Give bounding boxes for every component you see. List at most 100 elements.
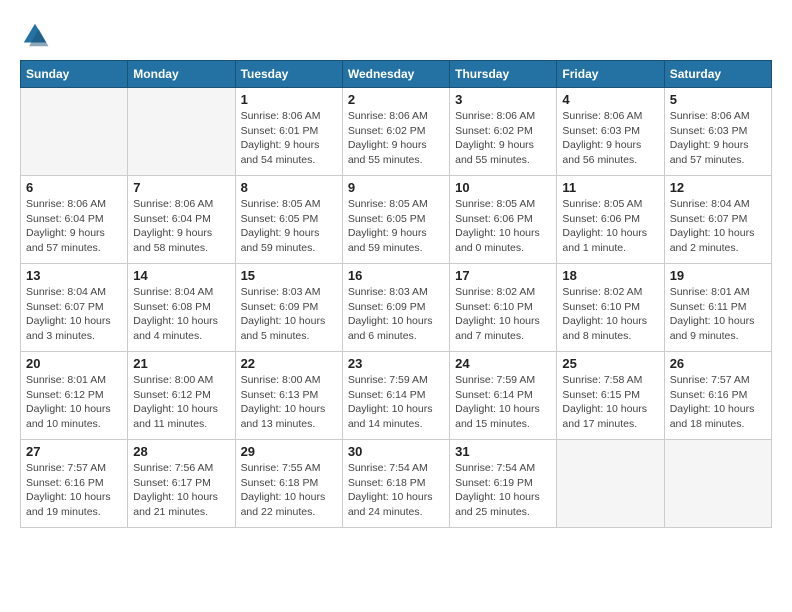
day-number: 25 — [562, 356, 658, 371]
weekday-header-saturday: Saturday — [664, 61, 771, 88]
day-info: Sunrise: 8:06 AM Sunset: 6:03 PM Dayligh… — [670, 109, 766, 168]
day-info: Sunrise: 7:56 AM Sunset: 6:17 PM Dayligh… — [133, 461, 229, 520]
day-info: Sunrise: 8:01 AM Sunset: 6:12 PM Dayligh… — [26, 373, 122, 432]
day-info: Sunrise: 8:04 AM Sunset: 6:07 PM Dayligh… — [670, 197, 766, 256]
calendar-table: SundayMondayTuesdayWednesdayThursdayFrid… — [20, 60, 772, 528]
day-info: Sunrise: 8:06 AM Sunset: 6:04 PM Dayligh… — [26, 197, 122, 256]
calendar-cell: 6 Sunrise: 8:06 AM Sunset: 6:04 PM Daylig… — [21, 176, 128, 264]
calendar-cell: 1Sunrise: 8:06 AM Sunset: 6:01 PM Daylig… — [235, 88, 342, 176]
day-info: Sunrise: 8:06 AM Sunset: 6:02 PM Dayligh… — [455, 109, 551, 168]
weekday-header-row: SundayMondayTuesdayWednesdayThursdayFrid… — [21, 61, 772, 88]
calendar-cell — [557, 440, 664, 528]
calendar-cell: 10Sunrise: 8:05 AM Sunset: 6:06 PM Dayli… — [450, 176, 557, 264]
day-info: Sunrise: 8:04 AM Sunset: 6:07 PM Dayligh… — [26, 285, 122, 344]
calendar-cell: 21 Sunrise: 8:00 AM Sunset: 6:12 PM Dayli… — [128, 352, 235, 440]
day-info: Sunrise: 8:02 AM Sunset: 6:10 PM Dayligh… — [562, 285, 658, 344]
calendar-cell: 27 Sunrise: 7:57 AM Sunset: 6:16 PM Dayli… — [21, 440, 128, 528]
calendar-cell — [21, 88, 128, 176]
calendar-cell: 24 Sunrise: 7:59 AM Sunset: 6:14 PM Dayli… — [450, 352, 557, 440]
day-number: 11 — [562, 180, 658, 195]
day-number: 6 — [26, 180, 122, 195]
week-row-5: 27 Sunrise: 7:57 AM Sunset: 6:16 PM Dayli… — [21, 440, 772, 528]
day-info: Sunrise: 8:03 AM Sunset: 6:09 PM Dayligh… — [348, 285, 444, 344]
day-info: Sunrise: 8:05 AM Sunset: 6:05 PM Dayligh… — [241, 197, 337, 256]
calendar-cell: 11 Sunrise: 8:05 AM Sunset: 6:06 PM Dayli… — [557, 176, 664, 264]
calendar-cell: 25 Sunrise: 7:58 AM Sunset: 6:15 PM Dayli… — [557, 352, 664, 440]
day-number: 29 — [241, 444, 337, 459]
calendar-cell: 23Sunrise: 7:59 AM Sunset: 6:14 PM Dayli… — [342, 352, 449, 440]
week-row-3: 13 Sunrise: 8:04 AM Sunset: 6:07 PM Dayli… — [21, 264, 772, 352]
week-row-4: 20 Sunrise: 8:01 AM Sunset: 6:12 PM Dayli… — [21, 352, 772, 440]
calendar-cell: 4 Sunrise: 8:06 AM Sunset: 6:03 PM Daylig… — [557, 88, 664, 176]
calendar-cell: 5 Sunrise: 8:06 AM Sunset: 6:03 PM Daylig… — [664, 88, 771, 176]
calendar-cell: 2 Sunrise: 8:06 AM Sunset: 6:02 PM Daylig… — [342, 88, 449, 176]
weekday-header-tuesday: Tuesday — [235, 61, 342, 88]
calendar-cell: 9 Sunrise: 8:05 AM Sunset: 6:05 PM Daylig… — [342, 176, 449, 264]
day-number: 18 — [562, 268, 658, 283]
weekday-header-wednesday: Wednesday — [342, 61, 449, 88]
day-number: 21 — [133, 356, 229, 371]
day-number: 4 — [562, 92, 658, 107]
day-info: Sunrise: 7:59 AM Sunset: 6:14 PM Dayligh… — [455, 373, 551, 432]
weekday-header-thursday: Thursday — [450, 61, 557, 88]
calendar-cell: 13 Sunrise: 8:04 AM Sunset: 6:07 PM Dayli… — [21, 264, 128, 352]
day-number: 28 — [133, 444, 229, 459]
day-info: Sunrise: 7:55 AM Sunset: 6:18 PM Dayligh… — [241, 461, 337, 520]
day-info: Sunrise: 7:54 AM Sunset: 6:19 PM Dayligh… — [455, 461, 551, 520]
weekday-header-friday: Friday — [557, 61, 664, 88]
calendar-cell: 31Sunrise: 7:54 AM Sunset: 6:19 PM Dayli… — [450, 440, 557, 528]
day-info: Sunrise: 8:01 AM Sunset: 6:11 PM Dayligh… — [670, 285, 766, 344]
weekday-header-monday: Monday — [128, 61, 235, 88]
day-number: 1 — [241, 92, 337, 107]
calendar-cell: 29 Sunrise: 7:55 AM Sunset: 6:18 PM Dayli… — [235, 440, 342, 528]
day-info: Sunrise: 8:03 AM Sunset: 6:09 PM Dayligh… — [241, 285, 337, 344]
calendar-cell — [128, 88, 235, 176]
calendar-cell: 8 Sunrise: 8:05 AM Sunset: 6:05 PM Daylig… — [235, 176, 342, 264]
day-info: Sunrise: 8:02 AM Sunset: 6:10 PM Dayligh… — [455, 285, 551, 344]
calendar-cell: 26Sunrise: 7:57 AM Sunset: 6:16 PM Dayli… — [664, 352, 771, 440]
calendar-cell: 19 Sunrise: 8:01 AM Sunset: 6:11 PM Dayli… — [664, 264, 771, 352]
day-info: Sunrise: 7:54 AM Sunset: 6:18 PM Dayligh… — [348, 461, 444, 520]
calendar-cell: 20 Sunrise: 8:01 AM Sunset: 6:12 PM Dayli… — [21, 352, 128, 440]
calendar-cell: 17 Sunrise: 8:02 AM Sunset: 6:10 PM Dayli… — [450, 264, 557, 352]
day-info: Sunrise: 8:06 AM Sunset: 6:04 PM Dayligh… — [133, 197, 229, 256]
day-number: 20 — [26, 356, 122, 371]
week-row-2: 6 Sunrise: 8:06 AM Sunset: 6:04 PM Daylig… — [21, 176, 772, 264]
calendar-cell: 18 Sunrise: 8:02 AM Sunset: 6:10 PM Dayli… — [557, 264, 664, 352]
day-number: 13 — [26, 268, 122, 283]
calendar-cell — [664, 440, 771, 528]
day-number: 5 — [670, 92, 766, 107]
day-info: Sunrise: 8:05 AM Sunset: 6:06 PM Dayligh… — [562, 197, 658, 256]
day-number: 12 — [670, 180, 766, 195]
day-number: 15 — [241, 268, 337, 283]
calendar-cell: 7 Sunrise: 8:06 AM Sunset: 6:04 PM Daylig… — [128, 176, 235, 264]
day-number: 9 — [348, 180, 444, 195]
calendar-cell: 12 Sunrise: 8:04 AM Sunset: 6:07 PM Dayli… — [664, 176, 771, 264]
day-number: 2 — [348, 92, 444, 107]
day-number: 17 — [455, 268, 551, 283]
day-number: 14 — [133, 268, 229, 283]
day-info: Sunrise: 8:06 AM Sunset: 6:03 PM Dayligh… — [562, 109, 658, 168]
day-number: 24 — [455, 356, 551, 371]
day-info: Sunrise: 8:05 AM Sunset: 6:05 PM Dayligh… — [348, 197, 444, 256]
calendar-cell: 15 Sunrise: 8:03 AM Sunset: 6:09 PM Dayli… — [235, 264, 342, 352]
day-info: Sunrise: 7:57 AM Sunset: 6:16 PM Dayligh… — [26, 461, 122, 520]
day-number: 19 — [670, 268, 766, 283]
day-number: 26 — [670, 356, 766, 371]
day-number: 16 — [348, 268, 444, 283]
day-number: 22 — [241, 356, 337, 371]
calendar-cell: 28 Sunrise: 7:56 AM Sunset: 6:17 PM Dayli… — [128, 440, 235, 528]
day-info: Sunrise: 8:05 AM Sunset: 6:06 PM Dayligh… — [455, 197, 551, 256]
calendar-cell: 22 Sunrise: 8:00 AM Sunset: 6:13 PM Dayli… — [235, 352, 342, 440]
day-number: 7 — [133, 180, 229, 195]
day-info: Sunrise: 8:00 AM Sunset: 6:12 PM Dayligh… — [133, 373, 229, 432]
day-number: 8 — [241, 180, 337, 195]
day-info: Sunrise: 8:04 AM Sunset: 6:08 PM Dayligh… — [133, 285, 229, 344]
calendar-cell: 14 Sunrise: 8:04 AM Sunset: 6:08 PM Dayli… — [128, 264, 235, 352]
day-info: Sunrise: 7:58 AM Sunset: 6:15 PM Dayligh… — [562, 373, 658, 432]
day-number: 27 — [26, 444, 122, 459]
day-number: 3 — [455, 92, 551, 107]
day-number: 23 — [348, 356, 444, 371]
day-info: Sunrise: 8:06 AM Sunset: 6:02 PM Dayligh… — [348, 109, 444, 168]
day-info: Sunrise: 8:00 AM Sunset: 6:13 PM Dayligh… — [241, 373, 337, 432]
